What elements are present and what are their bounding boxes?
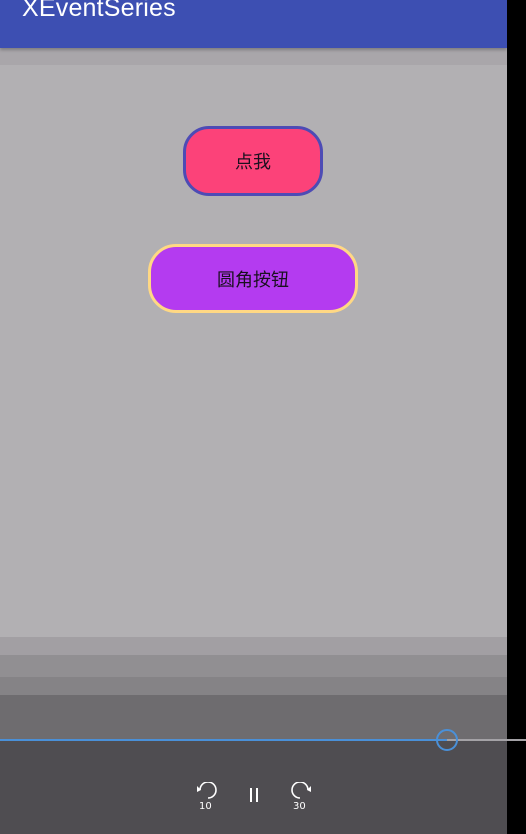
rounded-corner-button-label: 圆角按钮 (217, 269, 289, 291)
pause-icon (245, 782, 263, 810)
skip-back-seconds: 10 (199, 801, 212, 812)
media-overlay-band (0, 695, 507, 740)
bottom-fade-band (0, 637, 507, 655)
bottom-fade-band (0, 655, 507, 677)
seek-progress (0, 739, 447, 741)
bottom-fade-band (0, 677, 507, 695)
app-screen: XEventSeries 点我 圆角按钮 10 30 (0, 0, 507, 834)
click-me-button-label: 点我 (235, 152, 271, 173)
app-title: XEventSeries (22, 0, 176, 22)
skip-forward-seconds: 30 (293, 801, 306, 812)
skip-back-button[interactable]: 10 (192, 782, 220, 812)
skip-forward-button[interactable]: 30 (288, 782, 316, 812)
app-bar: XEventSeries (0, 0, 507, 48)
seek-bar[interactable] (0, 729, 526, 751)
seek-thumb[interactable] (436, 729, 458, 751)
app-bar-shadow-strip (0, 48, 507, 65)
pause-button[interactable] (245, 782, 263, 810)
screen-edge (507, 0, 526, 834)
rounded-corner-button[interactable]: 圆角按钮 (148, 244, 358, 313)
click-me-button[interactable]: 点我 (183, 126, 323, 196)
